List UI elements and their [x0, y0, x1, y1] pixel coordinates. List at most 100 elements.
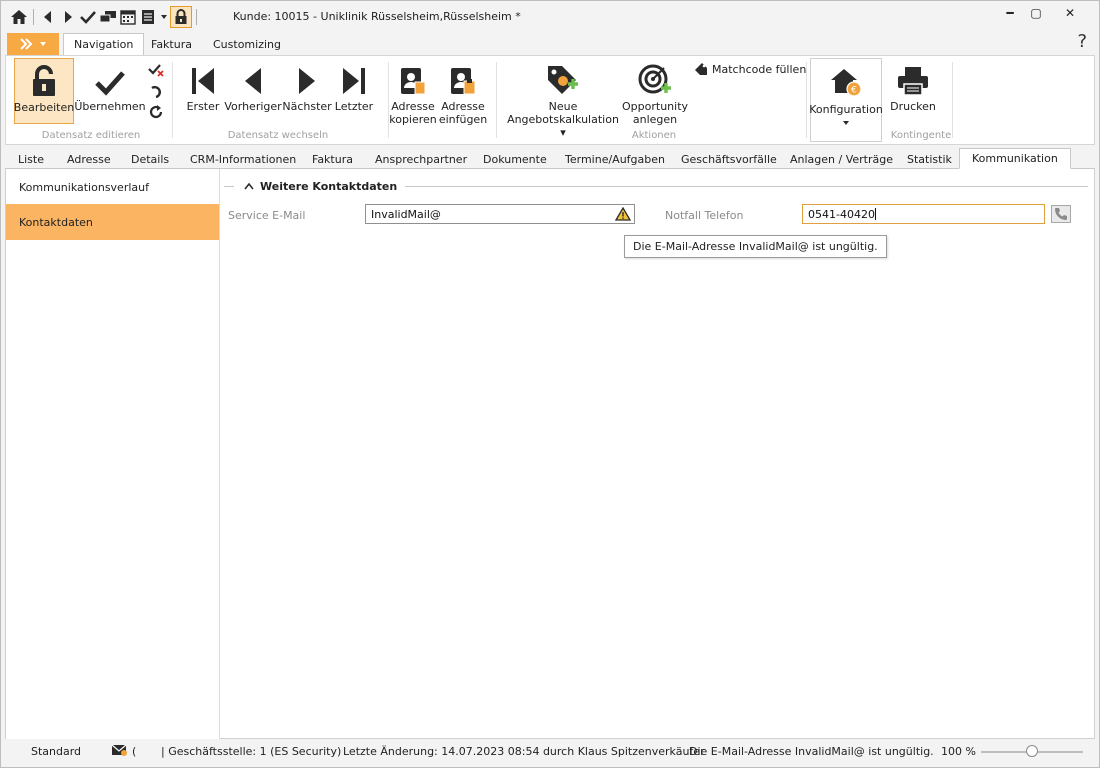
- unlock-icon: [31, 61, 57, 97]
- app-window: Kunde: 10015 - Uniklinik Rüsselsheim,Rüs…: [0, 0, 1100, 768]
- adresse-einfuegen-label-2: einfügen: [438, 113, 488, 126]
- toolbar-divider: [33, 9, 34, 25]
- svg-text:€: €: [851, 86, 857, 96]
- erster-button[interactable]: Erster: [184, 60, 222, 113]
- zoom-slider-thumb[interactable]: [1026, 745, 1038, 757]
- matchcode-label: Matchcode füllen: [712, 62, 807, 76]
- document-list-icon[interactable]: [138, 7, 158, 27]
- app-menu-button[interactable]: [7, 33, 59, 55]
- bearbeiten-label: Bearbeiten: [13, 101, 75, 114]
- section-divider: [405, 185, 1088, 187]
- neue-angebotskalkulation-button[interactable]: Neue Angebotskalkulation ▾: [506, 60, 620, 139]
- chat-icon[interactable]: [98, 7, 118, 27]
- undo-icon[interactable]: [148, 83, 164, 99]
- uebernehmen-button[interactable]: Übernehmen: [74, 60, 146, 113]
- customize-dropdown-icon[interactable]: [158, 7, 170, 27]
- sidenav-item-kommunikationsverlauf[interactable]: Kommunikationsverlauf: [6, 169, 219, 205]
- tab-adresse[interactable]: Adresse: [67, 149, 111, 169]
- big-checkmark-icon: [95, 60, 125, 96]
- letzter-button[interactable]: Letzter: [334, 60, 374, 113]
- call-phone-button[interactable]: [1051, 205, 1071, 223]
- naechster-button[interactable]: Nächster: [282, 60, 332, 113]
- lock-icon[interactable]: [170, 6, 192, 28]
- ribbon-tab-faktura[interactable]: Faktura: [141, 33, 202, 55]
- group-label-kontingente: Kontingente: [890, 130, 952, 141]
- matchcode-fuellen-button[interactable]: Matchcode füllen: [694, 62, 806, 76]
- service-email-label: Service E-Mail: [228, 209, 306, 222]
- tab-faktura[interactable]: Faktura: [312, 149, 353, 169]
- bearbeiten-button[interactable]: Bearbeiten: [14, 58, 74, 124]
- tab-termine-aufgaben[interactable]: Termine/Aufgaben: [565, 149, 665, 169]
- maximize-button[interactable]: ▢: [1019, 1, 1053, 25]
- tab-details[interactable]: Details: [131, 149, 169, 169]
- tab-dokumente[interactable]: Dokumente: [483, 149, 547, 169]
- refresh-icon[interactable]: [148, 104, 164, 120]
- help-icon[interactable]: ?: [1077, 31, 1087, 52]
- status-mode[interactable]: Standard: [31, 745, 81, 758]
- group-divider: [496, 62, 497, 138]
- calendar-icon[interactable]: [118, 7, 138, 27]
- collapse-chevron-icon[interactable]: [244, 182, 254, 190]
- home-icon[interactable]: [9, 7, 29, 27]
- notfall-telefon-value: 0541-40420: [808, 207, 875, 221]
- section-title: Weitere Kontaktdaten: [260, 179, 398, 193]
- tab-statistik[interactable]: Statistik: [907, 149, 952, 169]
- konfiguration-button[interactable]: € Konfiguration: [809, 58, 883, 142]
- warning-icon: [615, 207, 631, 221]
- status-geschaeftsstelle: | Geschäftsstelle: 1 (ES Security): [161, 745, 342, 758]
- validation-tooltip: Die E-Mail-Adresse InvalidMail@ ist ungü…: [624, 235, 887, 258]
- adresse-kopieren-button[interactable]: Adresse kopieren: [389, 60, 437, 126]
- tab-crm-informationen[interactable]: CRM-Informationen: [190, 149, 296, 169]
- vorheriger-button[interactable]: Vorheriger: [224, 60, 282, 113]
- discard-check-icon[interactable]: [148, 62, 164, 78]
- group-divider: [952, 62, 953, 138]
- mail-icon[interactable]: [111, 744, 127, 759]
- quick-access-toolbar: [9, 6, 201, 28]
- tab-geschaeftsvorfaelle[interactable]: Geschäftsvorfälle: [681, 149, 777, 169]
- service-email-input[interactable]: InvalidMail@: [365, 204, 635, 224]
- drucken-button[interactable]: Drucken: [888, 60, 938, 113]
- neue-label-2: Angebotskalkulation ▾: [507, 113, 619, 139]
- app-logo-icon: [20, 38, 33, 50]
- opportunity-anlegen-button[interactable]: Opportunity anlegen: [622, 60, 688, 126]
- tab-kommunikation[interactable]: Kommunikation: [959, 148, 1071, 169]
- sidenav-item-kontaktdaten[interactable]: Kontaktdaten: [6, 204, 219, 240]
- price-tag-add-icon: [546, 60, 580, 96]
- title-bar: Kunde: 10015 - Uniklinik Rüsselsheim,Rüs…: [1, 1, 1099, 33]
- chevron-down-icon: [843, 121, 849, 125]
- adresse-einfuegen-button[interactable]: Adresse einfügen: [438, 60, 488, 126]
- paste-address-icon: [449, 60, 477, 96]
- ribbon-tab-customizing[interactable]: Customizing: [203, 33, 291, 55]
- uebernehmen-label: Übernehmen: [74, 100, 146, 113]
- tab-anlagen-vertraege[interactable]: Anlagen / Verträge: [790, 149, 893, 169]
- target-add-icon: [638, 60, 672, 96]
- back-arrow-icon[interactable]: [38, 7, 58, 27]
- opportunity-label-1: Opportunity: [622, 100, 689, 113]
- status-bar: Standard ( | Geschäftsstelle: 1 (ES Secu…: [1, 741, 1099, 763]
- notfall-telefon-input[interactable]: 0541-40420: [802, 204, 1045, 224]
- forward-arrow-icon[interactable]: [58, 7, 78, 27]
- ribbon: Bearbeiten Übernehmen Datensatz editiere…: [5, 55, 1095, 145]
- tab-liste[interactable]: Liste: [18, 149, 44, 169]
- group-label-actions: Aktionen: [631, 130, 677, 141]
- tab-ansprechpartner[interactable]: Ansprechpartner: [375, 149, 467, 169]
- adresse-einfuegen-label-1: Adresse: [441, 100, 485, 113]
- copy-address-icon: [399, 60, 427, 96]
- house-settings-icon: €: [830, 63, 862, 99]
- section-header: Weitere Kontaktdaten: [224, 179, 1088, 193]
- window-title: Kunde: 10015 - Uniklinik Rüsselsheim,Rüs…: [233, 10, 521, 23]
- printer-icon: [897, 60, 929, 96]
- group-divider: [388, 62, 389, 138]
- close-button[interactable]: ✕: [1053, 1, 1087, 25]
- text-cursor: [874, 208, 876, 220]
- group-divider: [172, 62, 173, 138]
- checkmark-icon[interactable]: [78, 7, 98, 27]
- ribbon-tabs: Navigation Faktura Customizing ?: [1, 31, 1099, 55]
- ribbon-tab-navigation[interactable]: Navigation: [63, 33, 145, 55]
- opportunity-label-2: anlegen: [632, 113, 678, 126]
- chevron-down-icon: [40, 42, 46, 46]
- next-record-icon: [297, 60, 317, 96]
- konfiguration-label: Konfiguration: [809, 103, 883, 116]
- first-record-icon: [190, 60, 216, 96]
- main-tabstrip: Liste Adresse Details CRM-Informationen …: [5, 147, 1095, 169]
